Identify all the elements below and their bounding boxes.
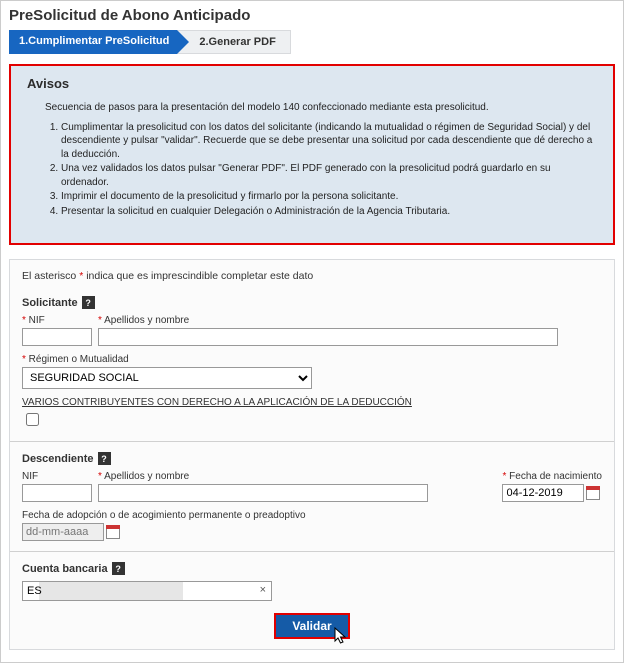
solicitante-apellidos-label: * Apellidos y nombre [98, 315, 558, 326]
validar-button[interactable]: Validar [274, 613, 349, 639]
wizard-steps: 1.Cumplimentar PreSolicitud 2.Generar PD… [9, 30, 615, 54]
solicitante-apellidos-input[interactable] [98, 328, 558, 346]
help-icon[interactable]: ? [112, 562, 125, 575]
desc-apellidos-label: * Apellidos y nombre [98, 471, 428, 482]
varios-contribuyentes-label: VARIOS CONTRIBUYENTES CON DERECHO A LA A… [22, 397, 602, 408]
avisos-panel: Avisos Secuencia de pasos para la presen… [9, 64, 615, 245]
calendar-icon[interactable] [106, 525, 120, 539]
fecha-adop-label: Fecha de adopción o de acogimiento perma… [22, 510, 306, 521]
wizard-step-2[interactable]: 2.Generar PDF [177, 30, 290, 54]
avisos-heading: Avisos [27, 76, 597, 91]
fecha-nac-label: * Fecha de nacimiento [502, 471, 602, 482]
fecha-nac-input[interactable] [502, 484, 584, 502]
desc-nif-input[interactable] [22, 484, 92, 502]
solicitante-nif-label: * NIF [22, 315, 92, 326]
close-icon[interactable]: × [260, 584, 266, 596]
avisos-step-2: Una vez validados los datos pulsar "Gene… [61, 162, 597, 189]
avisos-step-1: Cumplimentar la presolicitud con los dat… [61, 121, 597, 162]
avisos-intro: Secuencia de pasos para la presentación … [45, 101, 597, 115]
fecha-adop-input[interactable] [22, 523, 104, 541]
form-panel: El asterisco * indica que es imprescindi… [9, 259, 615, 650]
desc-nif-label: NIF [22, 471, 92, 482]
regimen-select[interactable]: SEGURIDAD SOCIAL [22, 367, 312, 389]
solicitante-heading: Solicitante [22, 297, 78, 309]
wizard-step-1[interactable]: 1.Cumplimentar PreSolicitud [9, 30, 177, 54]
descendiente-heading: Descendiente [22, 453, 94, 465]
cuenta-heading: Cuenta bancaria [22, 563, 108, 575]
regimen-label: * Régimen o Mutualidad [22, 354, 312, 365]
calendar-icon[interactable] [586, 486, 600, 500]
required-note: El asterisco * indica que es imprescindi… [22, 270, 602, 282]
help-icon[interactable]: ? [98, 452, 111, 465]
iban-input[interactable] [22, 581, 272, 601]
page-title: PreSolicitud de Abono Anticipado [9, 7, 615, 24]
avisos-step-3: Imprimir el documento de la presolicitud… [61, 190, 597, 204]
solicitante-nif-input[interactable] [22, 328, 92, 346]
desc-apellidos-input[interactable] [98, 484, 428, 502]
help-icon[interactable]: ? [82, 296, 95, 309]
avisos-step-4: Presentar la solicitud en cualquier Dele… [61, 205, 597, 219]
varios-contribuyentes-checkbox[interactable] [26, 413, 39, 426]
